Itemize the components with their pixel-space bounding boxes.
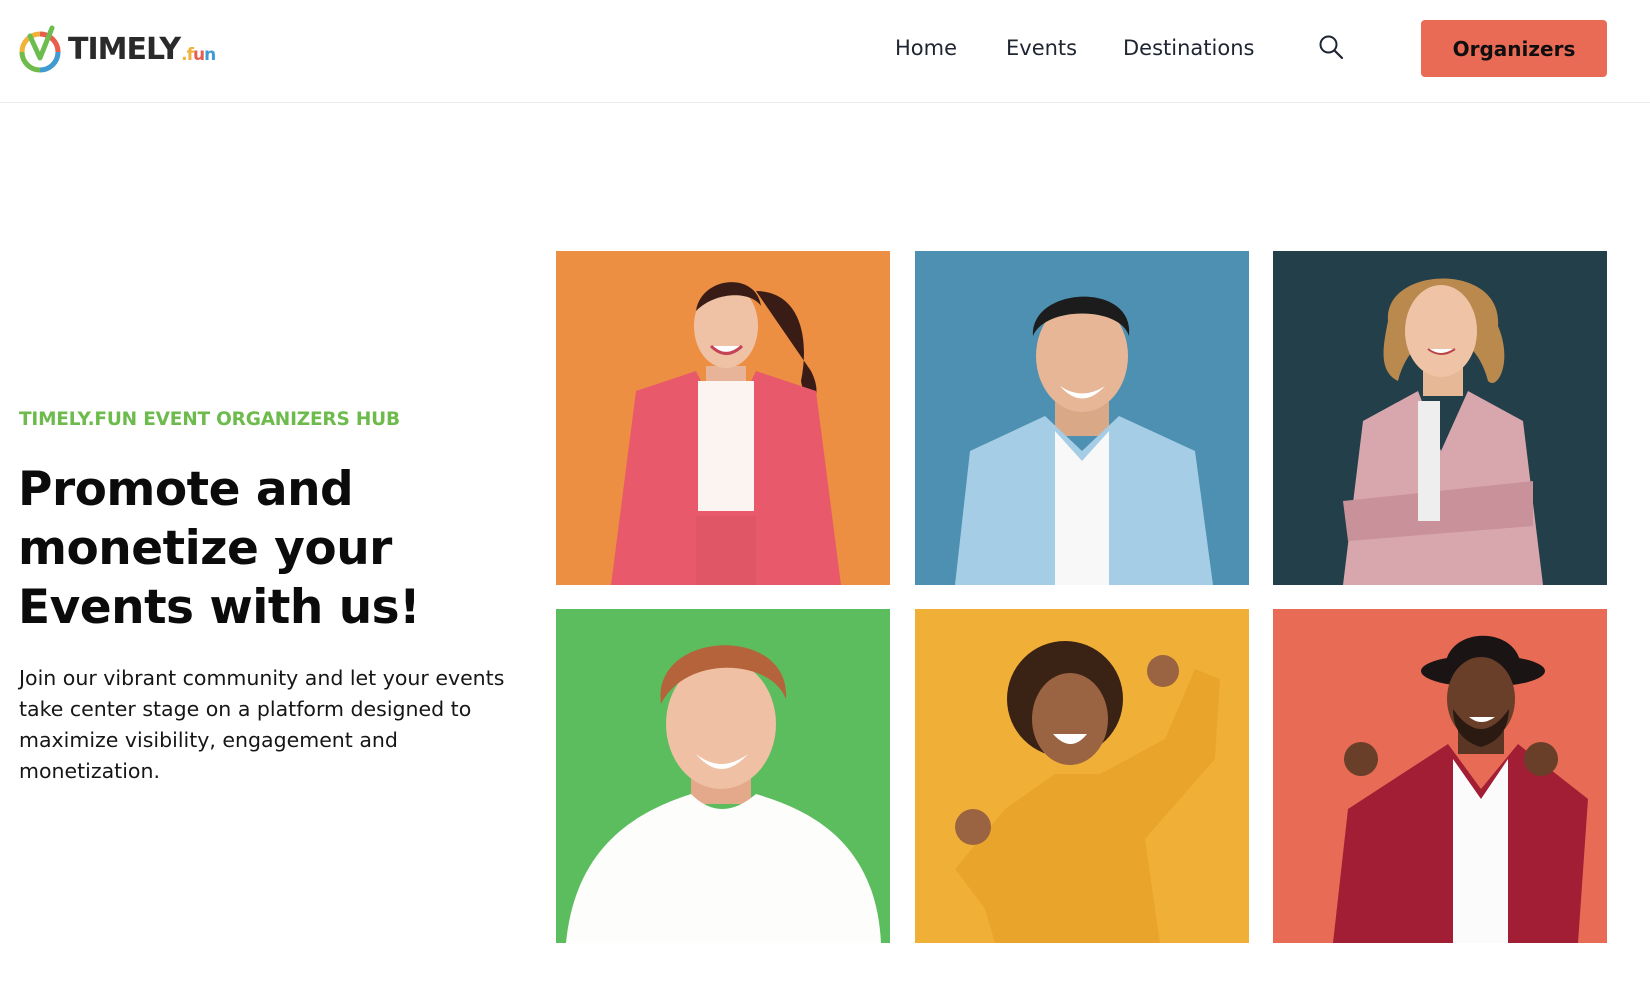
headline-line-1: Promote and	[18, 462, 354, 517]
lede-line-2: take center stage on a platform designed…	[19, 697, 472, 721]
lede-line-3: maximize visibility, engagement and	[19, 728, 398, 752]
brand-logo[interactable]: TIMELY .fun	[18, 24, 216, 74]
portrait-image	[915, 251, 1249, 585]
nav-events[interactable]: Events	[1006, 36, 1077, 60]
photo-woman-yellow-sweater	[915, 609, 1249, 943]
photo-redhead-man-white-tee	[556, 609, 890, 943]
nav-destinations[interactable]: Destinations	[1123, 36, 1254, 60]
lede-line-4: monetization.	[19, 759, 160, 783]
photo-woman-pink-blazer	[556, 251, 890, 585]
photo-woman-checked-jacket	[1273, 251, 1607, 585]
hero-eyebrow: TIMELY.FUN EVENT ORGANIZERS HUB	[19, 409, 400, 430]
headline-line-3: Events with us!	[18, 580, 421, 635]
site-header: TIMELY .fun Home Events Destinations Org…	[0, 0, 1650, 103]
hero-description: Join our vibrant community and let your …	[19, 663, 539, 787]
portrait-image	[556, 251, 890, 585]
hero-headline: Promote and monetize your Events with us…	[18, 460, 498, 637]
logo-check-icon	[19, 25, 61, 73]
logo-suffix: .fun	[181, 45, 216, 65]
organizers-button[interactable]: Organizers	[1421, 20, 1607, 77]
headline-line-2: monetize your	[18, 521, 392, 576]
portrait-image	[556, 609, 890, 943]
photo-man-denim-shirt	[915, 251, 1249, 585]
photo-man-hat-red-blazer	[1273, 609, 1607, 943]
nav-home[interactable]: Home	[895, 36, 957, 60]
lede-line-1: Join our vibrant community and let your …	[19, 666, 505, 690]
portrait-image	[1273, 251, 1607, 585]
logo-wordmark: TIMELY	[68, 31, 181, 67]
search-icon[interactable]	[1318, 34, 1344, 60]
portrait-image	[1273, 609, 1607, 943]
portrait-image	[915, 609, 1249, 943]
